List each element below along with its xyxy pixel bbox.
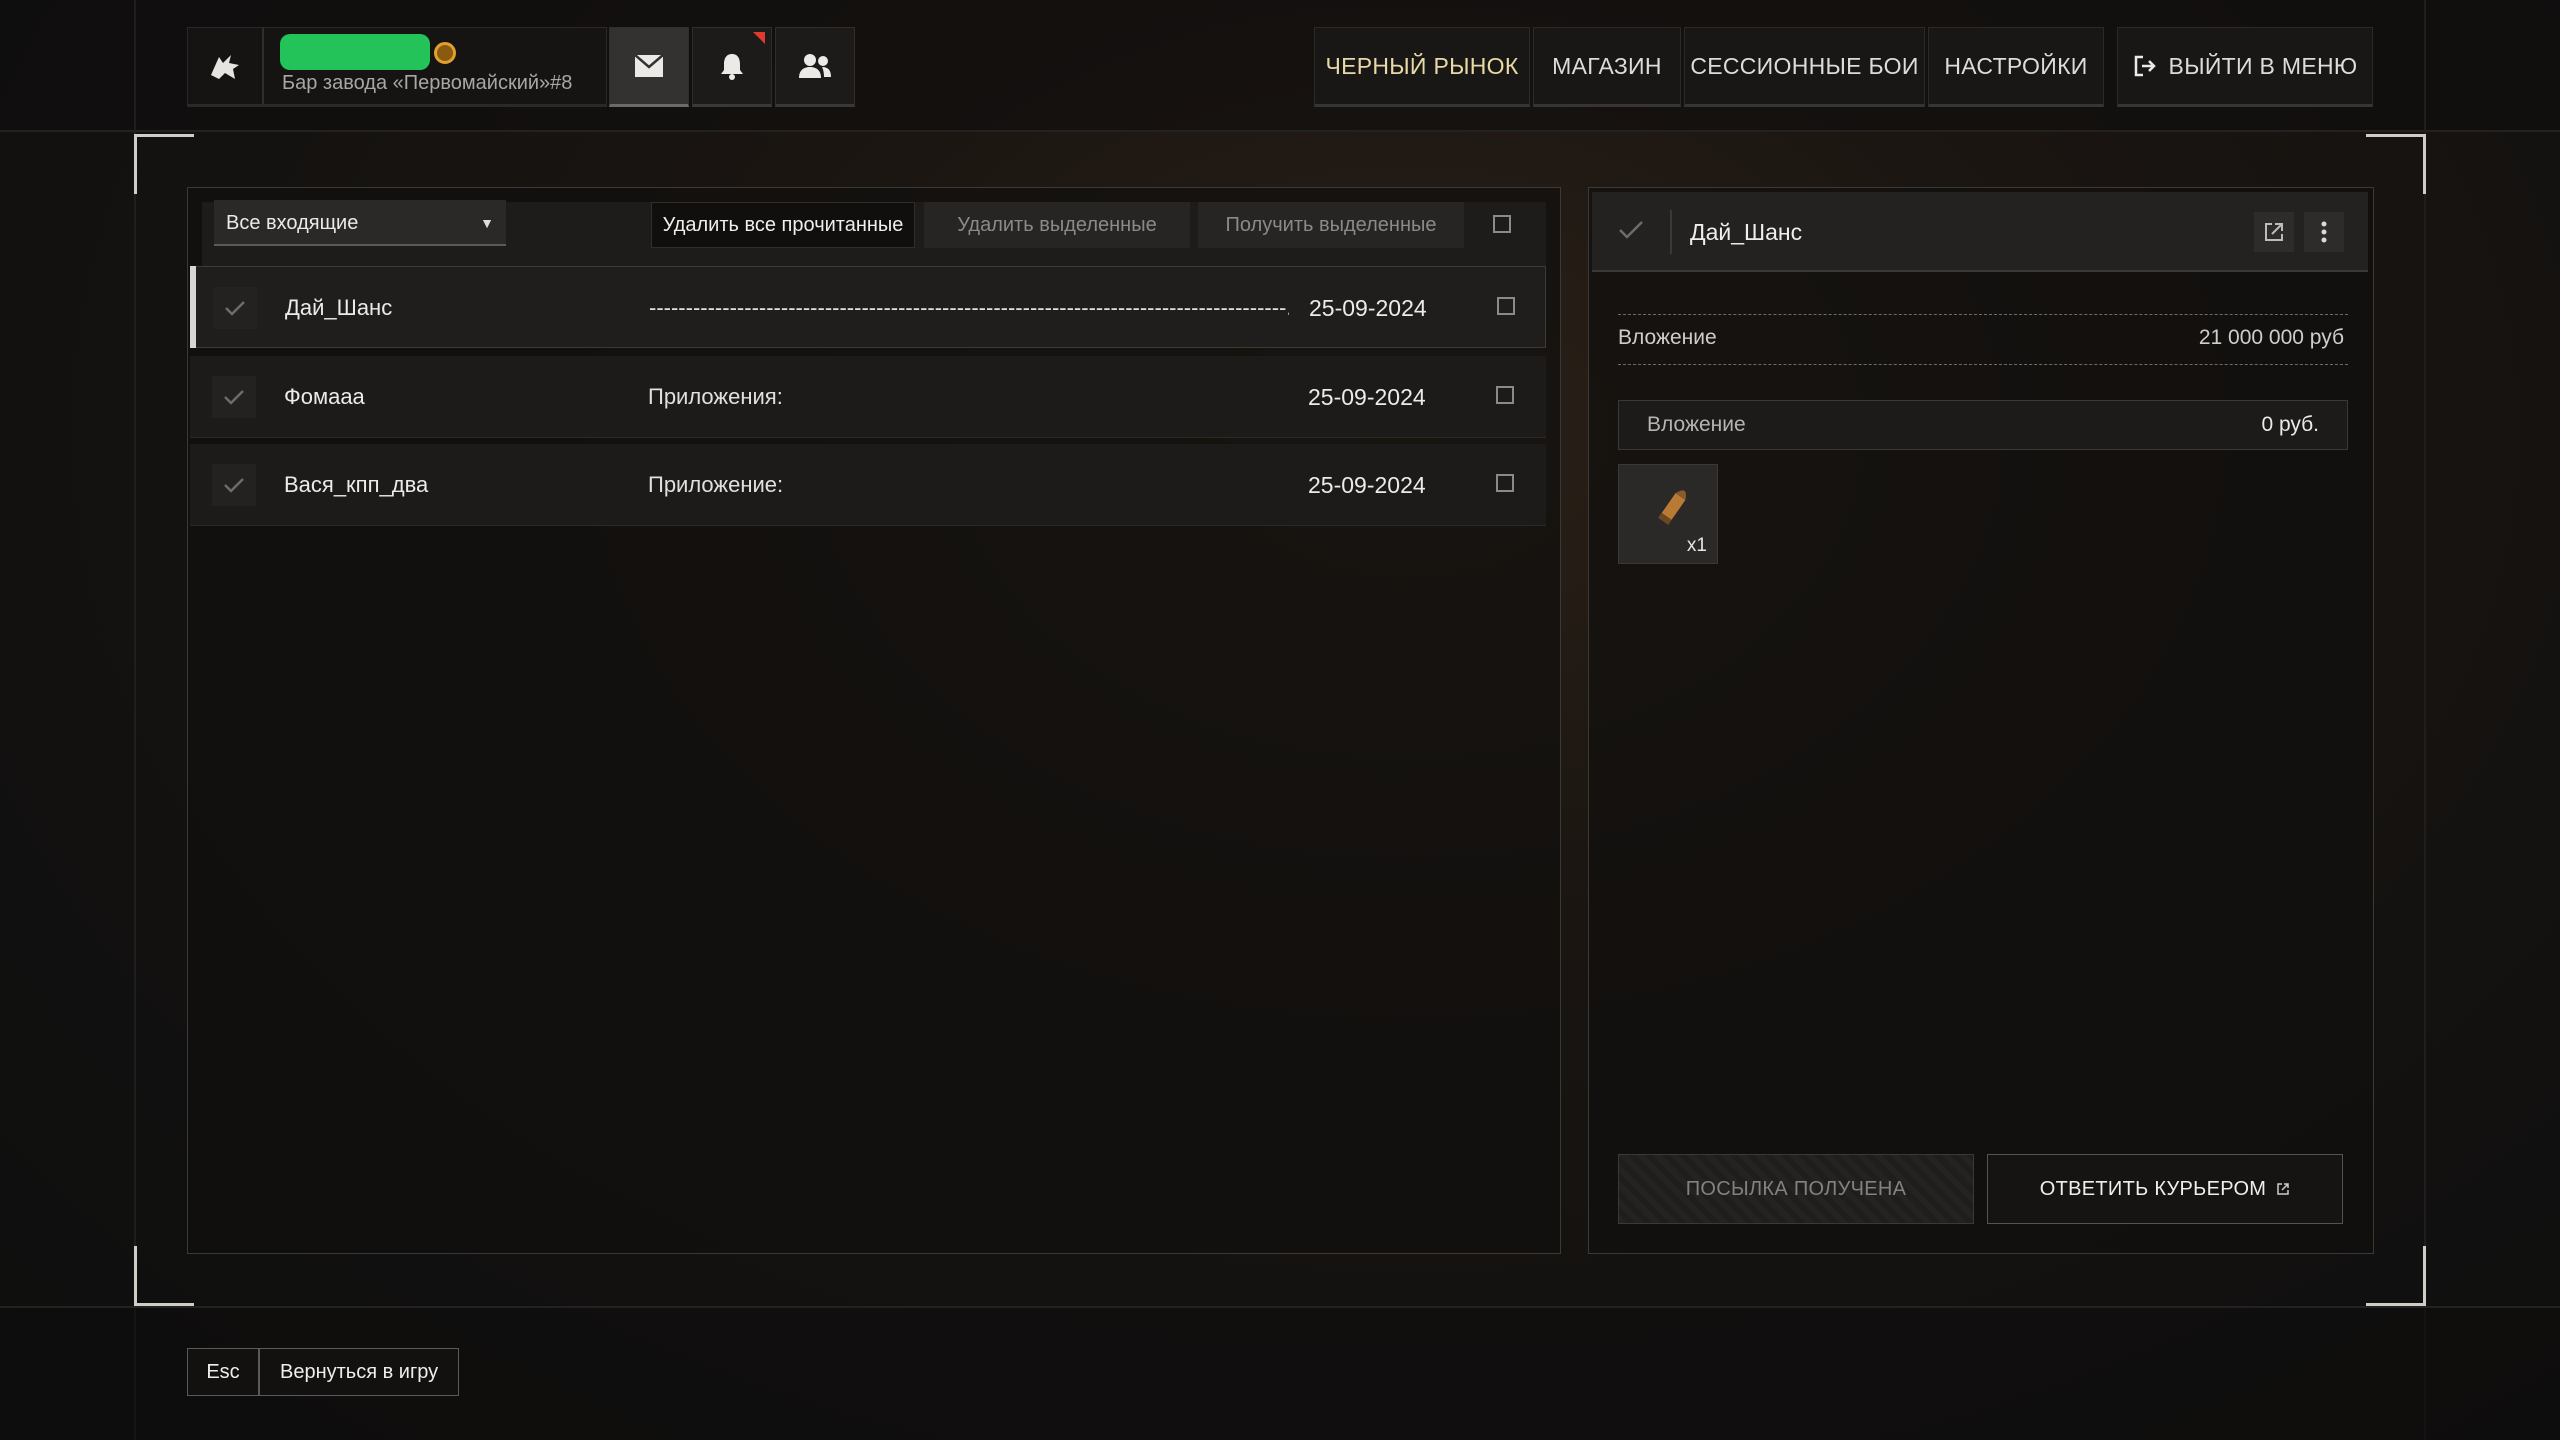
message-sender: Дай_Шанс xyxy=(285,295,393,320)
selected-row-indicator xyxy=(190,266,196,348)
divider xyxy=(1618,364,2348,365)
header-divider xyxy=(1670,210,1672,254)
nav-session-battles[interactable]: СЕССИОННЫЕ БОИ xyxy=(1684,27,1925,107)
attachment-item[interactable]: x1 xyxy=(1618,464,1718,564)
message-subject: ----------------------------------------… xyxy=(649,295,1289,320)
external-link-icon xyxy=(2276,1182,2290,1196)
exit-to-menu-label: ВЫЙТИ В МЕНЮ xyxy=(2168,52,2358,79)
table-row[interactable]: Вася_кпп_два Приложение: 25-09-2024 xyxy=(190,444,1546,526)
open-external-button[interactable] xyxy=(2254,212,2294,252)
esc-key: Esc xyxy=(188,1349,260,1395)
package-received-button[interactable]: ПОСЫЛКА ПОЛУЧЕНА xyxy=(1618,1154,1974,1224)
cod-label: Вложение xyxy=(1647,413,1746,436)
mail-button[interactable] xyxy=(609,27,689,107)
delete-selected-button[interactable]: Удалить выделенные xyxy=(924,202,1190,248)
notifications-button[interactable] xyxy=(692,27,772,107)
read-check-icon xyxy=(212,464,256,506)
investment-value: 21 000 000 руб xyxy=(2198,326,2344,349)
divider xyxy=(1618,314,2348,315)
message-date: 25-09-2024 xyxy=(1309,295,1427,321)
message-date: 25-09-2024 xyxy=(1308,384,1426,410)
message-sender: Фомааа xyxy=(284,384,365,409)
read-check-icon xyxy=(213,287,257,329)
more-options-button[interactable] xyxy=(2304,212,2344,252)
server-name: Бар завода «Первомайский»#8 xyxy=(282,72,573,94)
frame-corner-tl xyxy=(134,134,194,194)
nav-black-market[interactable]: ЧЕРНЫЙ РЫНОК xyxy=(1314,27,1530,107)
exit-to-menu-button[interactable]: ВЫЙТИ В МЕНЮ xyxy=(2117,27,2373,107)
users-icon xyxy=(799,54,831,78)
more-vertical-icon xyxy=(2321,221,2327,243)
select-all-checkbox[interactable] xyxy=(1493,215,1511,233)
message-subject: Приложения: xyxy=(648,384,783,409)
bell-icon xyxy=(721,54,743,80)
message-detail-header: Дай_Шанс xyxy=(1592,192,2368,272)
message-subject: Приложение: xyxy=(648,472,784,497)
reply-courier-button[interactable]: ОТВЕТИТЬ КУРЬЕРОМ xyxy=(1987,1154,2343,1224)
wolf-logo-icon xyxy=(188,28,264,105)
left-divider xyxy=(134,0,136,1440)
mail-filter-value: Все входящие xyxy=(226,212,359,234)
table-row[interactable]: Дай_Шанс -------------------------------… xyxy=(190,266,1546,348)
dropdown-arrow-icon: ▼ xyxy=(480,215,494,231)
friends-button[interactable] xyxy=(775,27,855,107)
mail-filter-dropdown[interactable]: Все входящие ▼ xyxy=(214,200,506,246)
return-to-game-button[interactable]: Esc Вернуться в игру xyxy=(187,1348,460,1396)
attachment-quantity: x1 xyxy=(1686,535,1707,556)
envelope-icon xyxy=(634,54,664,77)
receive-selected-button[interactable]: Получить выделенные xyxy=(1198,202,1464,248)
nav-shop[interactable]: МАГАЗИН xyxy=(1533,27,1681,107)
reply-courier-label: ОТВЕТИТЬ КУРЬЕРОМ xyxy=(2039,1177,2267,1200)
delete-all-read-button[interactable]: Удалить все прочитанные xyxy=(651,202,915,248)
message-select-checkbox[interactable] xyxy=(1496,474,1514,492)
read-check-icon xyxy=(212,376,256,418)
message-date: 25-09-2024 xyxy=(1308,472,1426,498)
table-row[interactable]: Фомааа Приложения: 25-09-2024 xyxy=(190,356,1546,438)
frame-corner-bl xyxy=(134,1246,194,1306)
external-link-icon xyxy=(2265,223,2283,241)
investment-label: Вложение xyxy=(1618,326,1717,349)
frame-corner-br xyxy=(2366,1246,2426,1306)
frame-corner-tr xyxy=(2366,134,2426,194)
notification-indicator xyxy=(753,32,765,44)
profile-card[interactable]: Бар завода «Первомайский»#8 xyxy=(187,27,607,107)
message-select-checkbox[interactable] xyxy=(1497,297,1515,315)
message-sender: Вася_кпп_два xyxy=(284,472,429,497)
nav-settings[interactable]: НАСТРОЙКИ xyxy=(1928,27,2104,107)
message-select-checkbox[interactable] xyxy=(1496,386,1514,404)
return-to-game-label: Вернуться в игру xyxy=(280,1360,439,1383)
message-title: Дай_Шанс xyxy=(1690,219,1803,245)
read-check-icon xyxy=(1618,220,1644,245)
exit-icon xyxy=(2133,54,2157,78)
player-name-redacted xyxy=(280,34,430,70)
right-divider xyxy=(2424,0,2426,1440)
cod-field: Вложение 0 руб. xyxy=(1618,400,2348,450)
rank-badge-icon xyxy=(434,42,456,64)
cod-value: 0 руб. xyxy=(2261,413,2319,436)
